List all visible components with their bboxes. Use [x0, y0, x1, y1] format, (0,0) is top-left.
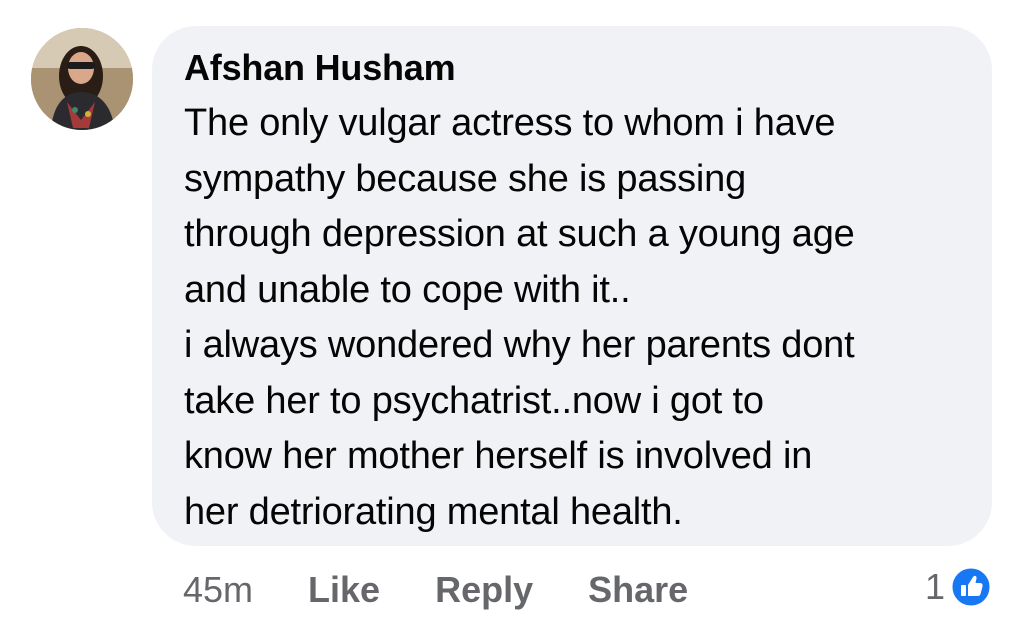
like-button[interactable]: Like — [308, 569, 380, 611]
comment-text-line: sympathy because she is passing — [184, 157, 747, 200]
comment-actions: 45m Like Reply Share — [183, 566, 743, 614]
share-button[interactable]: Share — [588, 569, 688, 611]
comment-text-line: know her mother herself is involved in — [184, 435, 813, 477]
comment-text-line: The only vulgar actress to whom i have — [184, 102, 836, 144]
comment-text-line: through depression at such a young age — [184, 213, 855, 255]
comment-text-line: take her to psychatrist..now i got to — [184, 379, 764, 422]
comment-text: The only vulgar actress to whom i have s… — [184, 96, 960, 540]
reaction-count: 1 — [924, 566, 945, 607]
comment-author[interactable]: Afshan Husham — [184, 46, 960, 90]
comment-text-line: and unable to cope with it.. — [184, 268, 631, 311]
reply-button[interactable]: Reply — [435, 569, 533, 611]
comment: Afshan Husham The only vulgar actress to… — [0, 0, 1024, 628]
reaction-summary[interactable]: 1 — [925, 563, 993, 611]
avatar-photo — [31, 28, 133, 130]
comment-text-line: her detriorating mental health. — [184, 490, 683, 533]
thumbs-up-icon — [949, 565, 993, 609]
comment-text-line: i always wondered why her parents dont — [184, 324, 855, 366]
comment-timestamp[interactable]: 45m — [183, 569, 253, 611]
comment-bubble: Afshan Husham The only vulgar actress to… — [152, 26, 992, 546]
avatar[interactable] — [31, 28, 133, 130]
